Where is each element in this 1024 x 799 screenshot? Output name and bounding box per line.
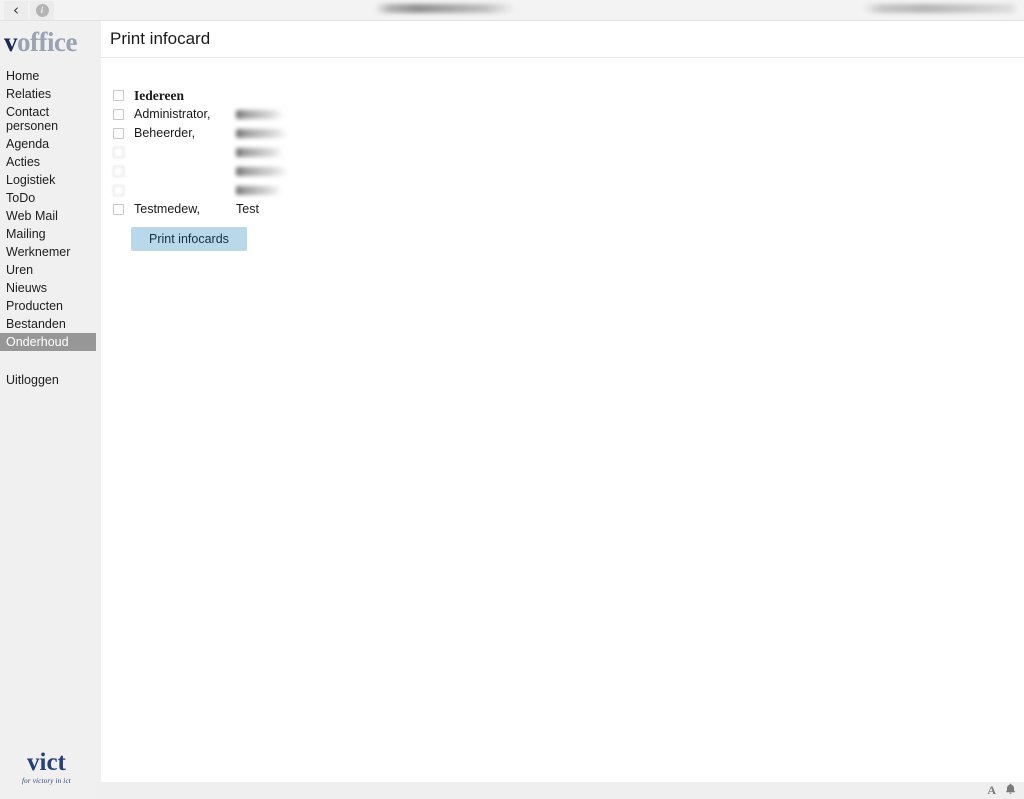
table-row[interactable]: Testmedew, Test bbox=[109, 200, 1024, 219]
sidebar-item-webmail[interactable]: Web Mail bbox=[0, 207, 96, 225]
sidebar-item-relaties[interactable]: Relaties bbox=[0, 85, 96, 103]
table-row[interactable]: Beheerder, bbox=[109, 124, 1024, 143]
logo-office-text: office bbox=[17, 27, 77, 57]
print-infocards-button[interactable]: Print infocards bbox=[131, 227, 247, 251]
sidebar-item-werknemer[interactable]: Werknemer bbox=[0, 243, 96, 261]
sidebar-item-agenda[interactable]: Agenda bbox=[0, 135, 96, 153]
sidebar-nav: Home Relaties Contact personen Agenda Ac… bbox=[0, 67, 96, 389]
sidebar-item-nieuws[interactable]: Nieuws bbox=[0, 279, 96, 297]
page-header: Print infocard bbox=[101, 21, 1024, 58]
table-row[interactable]: Administrator, bbox=[109, 105, 1024, 124]
select-all-checkbox[interactable] bbox=[113, 90, 124, 101]
sidebar-item-bestanden[interactable]: Bestanden bbox=[0, 315, 96, 333]
sidebar-item-producten[interactable]: Producten bbox=[0, 297, 96, 315]
page-title: Print infocard bbox=[110, 29, 211, 48]
print-infocard-form: Iedereen Administrator, Beheerder, Testm… bbox=[101, 58, 1024, 251]
row-checkbox[interactable] bbox=[113, 204, 124, 215]
vict-company-logo: vict for victory in ict bbox=[22, 750, 71, 785]
chevron-left-icon: ‹ bbox=[13, 1, 19, 19]
select-all-row[interactable]: Iedereen bbox=[109, 86, 1024, 105]
sidebar-item-logistiek[interactable]: Logistiek bbox=[0, 171, 96, 189]
row-checkbox[interactable] bbox=[113, 147, 124, 158]
sidebar-item-todo[interactable]: ToDo bbox=[0, 189, 96, 207]
sidebar-item-uitloggen[interactable]: Uitloggen bbox=[0, 371, 96, 389]
select-all-label: Iedereen bbox=[134, 88, 184, 103]
sidebar-item-home[interactable]: Home bbox=[0, 67, 96, 85]
employee-first-name-redacted bbox=[236, 110, 284, 119]
bell-icon[interactable] bbox=[1005, 783, 1016, 797]
table-row[interactable] bbox=[109, 181, 1024, 200]
table-row[interactable] bbox=[109, 143, 1024, 162]
logo-v-mark: v bbox=[4, 27, 18, 57]
table-row[interactable] bbox=[109, 162, 1024, 181]
row-checkbox[interactable] bbox=[113, 185, 124, 196]
vict-tagline: for victory in ict bbox=[22, 777, 71, 785]
app-logo: voffice bbox=[0, 21, 96, 56]
employee-first-name-redacted bbox=[236, 167, 288, 176]
sidebar-item-mailing[interactable]: Mailing bbox=[0, 225, 96, 243]
employee-last-name: Testmedew, bbox=[134, 202, 201, 216]
back-button[interactable]: ‹ bbox=[4, 1, 28, 20]
employee-first-name: Test bbox=[236, 202, 259, 216]
sidebar: voffice Home Relaties Contact personen A… bbox=[0, 21, 96, 799]
browser-toolbar: ‹ i bbox=[0, 0, 1024, 21]
sidebar-item-onderhoud[interactable]: Onderhoud bbox=[0, 333, 96, 351]
employee-first-name-redacted bbox=[236, 148, 284, 157]
address-bar-redacted[interactable] bbox=[375, 4, 515, 13]
vict-wordmark: vict bbox=[27, 749, 66, 776]
employee-first-name-redacted bbox=[236, 129, 288, 138]
font-size-icon[interactable]: A bbox=[987, 784, 996, 796]
employee-first-name-redacted bbox=[236, 186, 282, 195]
page-info-button[interactable]: i bbox=[30, 1, 54, 20]
browser-meta-redacted bbox=[863, 4, 1018, 13]
sidebar-item-contactpersonen[interactable]: Contact personen bbox=[0, 103, 96, 135]
sidebar-item-uren[interactable]: Uren bbox=[0, 261, 96, 279]
browser-nav-controls: ‹ i bbox=[4, 1, 54, 20]
row-checkbox[interactable] bbox=[113, 128, 124, 139]
sidebar-item-acties[interactable]: Acties bbox=[0, 153, 96, 171]
row-checkbox[interactable] bbox=[113, 109, 124, 120]
employee-last-name: Beheerder, bbox=[134, 126, 196, 140]
main-content-panel: Print infocard Iedereen Administrator, B… bbox=[101, 21, 1024, 782]
employee-last-name: Administrator, bbox=[134, 107, 211, 121]
footer-icon-tray: A bbox=[987, 783, 1016, 797]
info-icon: i bbox=[35, 4, 49, 17]
row-checkbox[interactable] bbox=[113, 166, 124, 177]
